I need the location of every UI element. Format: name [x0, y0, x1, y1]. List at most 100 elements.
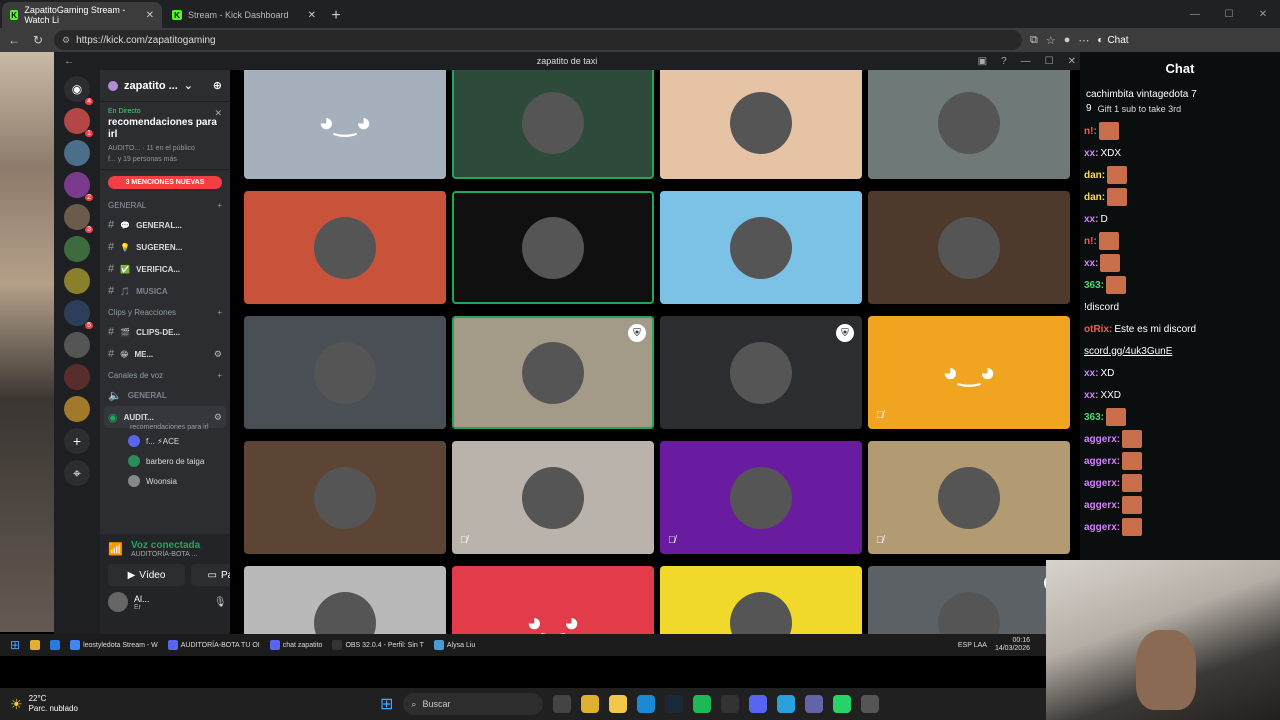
notes-icon[interactable] — [609, 695, 628, 713]
participant-tile[interactable]: ⛨ — [452, 316, 654, 429]
tab-kick-dashboard[interactable]: K Stream - Kick Dashboard ✕ — [164, 2, 324, 28]
server-icon[interactable]: 3 — [64, 204, 93, 233]
file-explorer-icon[interactable] — [581, 695, 600, 713]
voice-user[interactable]: barbero de taiga — [100, 451, 230, 471]
guild-header[interactable]: zapatito ... ⌄ ⊕ — [100, 70, 230, 102]
voice-channel-name[interactable]: AUDITORÍA-BOTA ... — [131, 551, 200, 558]
tab-zapatito[interactable]: K ZapatitoGaming Stream - Watch Li ✕ — [2, 2, 162, 28]
star-icon[interactable]: ☆ — [1046, 34, 1056, 47]
close-icon[interactable]: ✕ — [1068, 56, 1076, 67]
participant-tile[interactable]: 🎙̸⛨ — [868, 566, 1070, 634]
chat-username[interactable]: n!: — [1084, 126, 1097, 137]
participant-tile[interactable] — [868, 191, 1070, 304]
whatsapp-icon[interactable] — [833, 695, 852, 713]
language-indicator[interactable]: ESP LAA — [958, 642, 987, 649]
taskbar-item[interactable]: Alysa Liu — [433, 640, 475, 650]
category-voice[interactable]: Canales de voz + — [100, 365, 230, 384]
server-icon[interactable] — [64, 268, 90, 294]
inbox-icon[interactable]: ▣ — [978, 56, 987, 67]
participant-tile[interactable]: ⛨ — [660, 316, 862, 429]
taskbar-item[interactable]: AUDITORÍA-BOTA TU OI — [167, 640, 260, 650]
maximize-icon[interactable]: ☐ — [1212, 0, 1246, 28]
chat-username[interactable]: xx: — [1084, 148, 1098, 159]
participant-tile[interactable]: 🎙̸ — [660, 566, 862, 634]
discord-home-icon[interactable]: ◉ 4 — [64, 76, 93, 105]
chat-username[interactable]: aggerx: — [1084, 434, 1120, 445]
chat-username[interactable]: xx: — [1084, 390, 1098, 401]
extensions-icon[interactable]: ⧉ — [1030, 34, 1038, 47]
task-view-icon[interactable] — [553, 695, 572, 713]
participant-tile[interactable] — [244, 441, 446, 554]
steam-icon[interactable] — [665, 695, 684, 713]
server-icon[interactable] — [64, 332, 90, 358]
category-clips[interactable]: Clips y Reacciones + — [100, 302, 230, 321]
participant-tile[interactable] — [452, 70, 654, 179]
server-icon[interactable]: 2 — [64, 172, 93, 201]
discover-icon[interactable]: ⌖ — [64, 460, 90, 486]
close-icon[interactable]: ✕ — [214, 108, 222, 119]
participant-tile[interactable] — [868, 70, 1070, 179]
chat-username[interactable]: n!: — [1084, 236, 1097, 247]
chat-username[interactable]: dan: — [1084, 192, 1105, 203]
add-icon[interactable]: + — [217, 201, 222, 210]
channel-verificacion[interactable]: # ✅ VERIFICA... — [100, 258, 230, 280]
channel-musica[interactable]: # 🎵 MUSICA — [100, 280, 230, 302]
close-icon[interactable]: ✕ — [1246, 0, 1280, 28]
server-icon[interactable]: 1 — [64, 108, 93, 137]
search-input[interactable]: ⌕ Buscar — [403, 693, 544, 715]
video-button[interactable]: ▶ Vídeo — [108, 564, 185, 586]
back-arrow-icon[interactable]: ← — [64, 56, 74, 67]
reload-icon[interactable]: ↻ — [30, 33, 46, 47]
gift-sub-prompt[interactable]: Gift 1 sub to take 3rd — [1098, 102, 1182, 116]
participant-tile[interactable]: 🎙̸ — [452, 441, 654, 554]
windows-start-icon[interactable]: ⊞ — [10, 638, 20, 652]
taskbar-item[interactable]: chat zapatito — [269, 640, 322, 650]
voice-user[interactable]: Woonsia — [100, 471, 230, 491]
copilot-chat-button[interactable]: ◐ Chat — [1097, 35, 1128, 46]
help-icon[interactable]: ? — [1001, 56, 1007, 67]
weather-widget[interactable]: ☀ 22°C Parc. nublado — [0, 694, 78, 714]
browser-icon[interactable] — [50, 640, 61, 650]
participant-tile[interactable] — [452, 191, 654, 304]
channel-general[interactable]: # 💬 GENERAL... — [100, 214, 230, 236]
teams-icon[interactable] — [805, 695, 824, 713]
close-icon[interactable]: ✕ — [308, 10, 316, 21]
live-event-card[interactable]: En Directo ✕ recomendaciones para irl AU… — [100, 102, 230, 170]
chat-username[interactable]: 363: — [1084, 412, 1104, 423]
chat-username[interactable]: otRix: — [1084, 324, 1112, 335]
add-server-icon[interactable]: + — [64, 428, 90, 454]
add-icon[interactable]: + — [217, 371, 222, 380]
voice-channel-general[interactable]: 🔈 GENERAL — [100, 384, 230, 406]
chat-username[interactable]: aggerx: — [1084, 522, 1120, 533]
profile-icon[interactable]: ● — [1064, 34, 1071, 46]
channel-memes[interactable]: # 😁 ME... ⚙ — [100, 343, 230, 365]
obs-icon[interactable] — [721, 695, 740, 713]
maximize-icon[interactable]: ☐ — [1045, 56, 1054, 67]
participant-tile[interactable]: ◕‿◕🎙̸ — [452, 566, 654, 634]
avatar[interactable] — [108, 592, 128, 612]
participant-tile[interactable]: 🎙̸ — [868, 441, 1070, 554]
channel-sugerencias[interactable]: # 💡 SUGEREN... — [100, 236, 230, 258]
channel-clips[interactable]: # 🎬 CLIPS-DE... — [100, 321, 230, 343]
server-icon[interactable] — [64, 396, 90, 422]
chat-username[interactable]: aggerx: — [1084, 500, 1120, 511]
gear-icon[interactable]: ⚙ — [214, 412, 222, 423]
telegram-icon[interactable] — [777, 695, 796, 713]
discord-icon[interactable] — [749, 695, 768, 713]
participant-tile[interactable] — [660, 70, 862, 179]
edge-icon[interactable] — [637, 695, 656, 713]
menu-icon[interactable]: ⋯ — [1078, 34, 1089, 47]
server-icon[interactable] — [64, 140, 90, 166]
server-icon[interactable] — [64, 236, 90, 262]
participant-tile[interactable]: ◕‿◕🎙̸ — [868, 316, 1070, 429]
spotify-icon[interactable] — [693, 695, 712, 713]
chat-username[interactable]: xx: — [1084, 258, 1098, 269]
taskbar-item[interactable]: OBS 32.0.4 - Perfil: Sin T — [332, 640, 424, 650]
chat-username[interactable]: aggerx: — [1084, 478, 1120, 489]
new-tab-button[interactable]: + — [324, 4, 348, 28]
voice-user[interactable]: f... ⚡ACE — [100, 431, 230, 451]
site-info-icon[interactable]: ⚙ — [62, 35, 70, 46]
taskbar-item[interactable]: leostyledota Stream - W — [70, 640, 158, 650]
participant-tile[interactable] — [244, 191, 446, 304]
chat-username[interactable]: xx: — [1084, 214, 1098, 225]
